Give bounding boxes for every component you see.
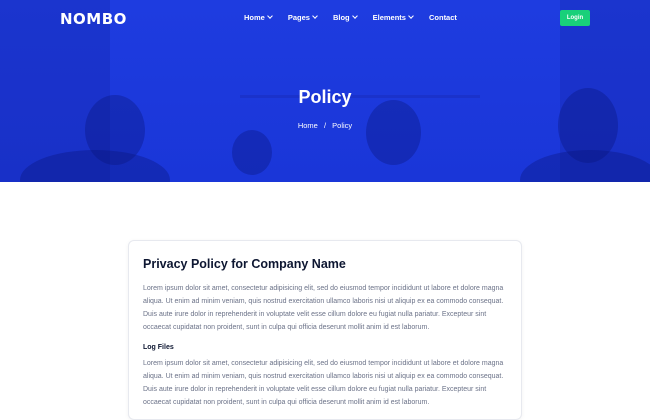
site-logo[interactable]: NOMBO — [60, 10, 127, 28]
person-silhouette-right-body — [520, 150, 650, 182]
person-silhouette-center-left — [232, 130, 272, 175]
policy-title: Privacy Policy for Company Name — [143, 257, 346, 271]
section-title-log-files: Log Files — [143, 344, 174, 351]
nav-item-contact[interactable]: Contact — [429, 13, 457, 22]
nav-item-home[interactable]: Home — [244, 13, 273, 22]
log-files-paragraph: Lorem ipsum dolor sit amet, consectetur … — [143, 360, 504, 406]
login-button[interactable]: Login — [560, 10, 590, 26]
nav-item-blog-label: Blog — [332, 13, 350, 22]
hero-banner: NOMBO Home Pages Blog Elements Contact L — [0, 0, 650, 182]
chevron-down-icon — [408, 13, 414, 19]
main-nav: Home Pages Blog Elements Contact — [244, 13, 457, 22]
nav-item-pages-label: Pages — [287, 13, 310, 22]
breadcrumb-separator: / — [323, 121, 327, 130]
navbar: NOMBO Home Pages Blog Elements Contact L — [0, 0, 650, 36]
policy-intro-paragraph: Lorem ipsum dolor sit amet, consectetur … — [143, 285, 504, 331]
chevron-down-icon — [312, 13, 318, 19]
chevron-down-icon — [351, 13, 358, 19]
breadcrumb-current: Policy — [332, 121, 353, 130]
nav-item-elements-label: Elements — [372, 13, 406, 22]
nav-item-blog[interactable]: Blog — [332, 13, 358, 22]
nav-item-contact-label: Contact — [428, 13, 457, 22]
breadcrumb: Home / Policy — [0, 121, 650, 130]
chevron-down-icon — [267, 13, 273, 19]
policy-card: Privacy Policy for Company Name Lorem ip… — [128, 240, 522, 420]
page-title: Policy — [298, 87, 352, 107]
person-silhouette-center — [366, 100, 421, 165]
breadcrumb-home[interactable]: Home — [298, 121, 318, 130]
nav-item-pages[interactable]: Pages — [287, 13, 318, 22]
nav-item-home-label: Home — [244, 13, 265, 22]
nav-item-elements[interactable]: Elements — [372, 13, 414, 22]
